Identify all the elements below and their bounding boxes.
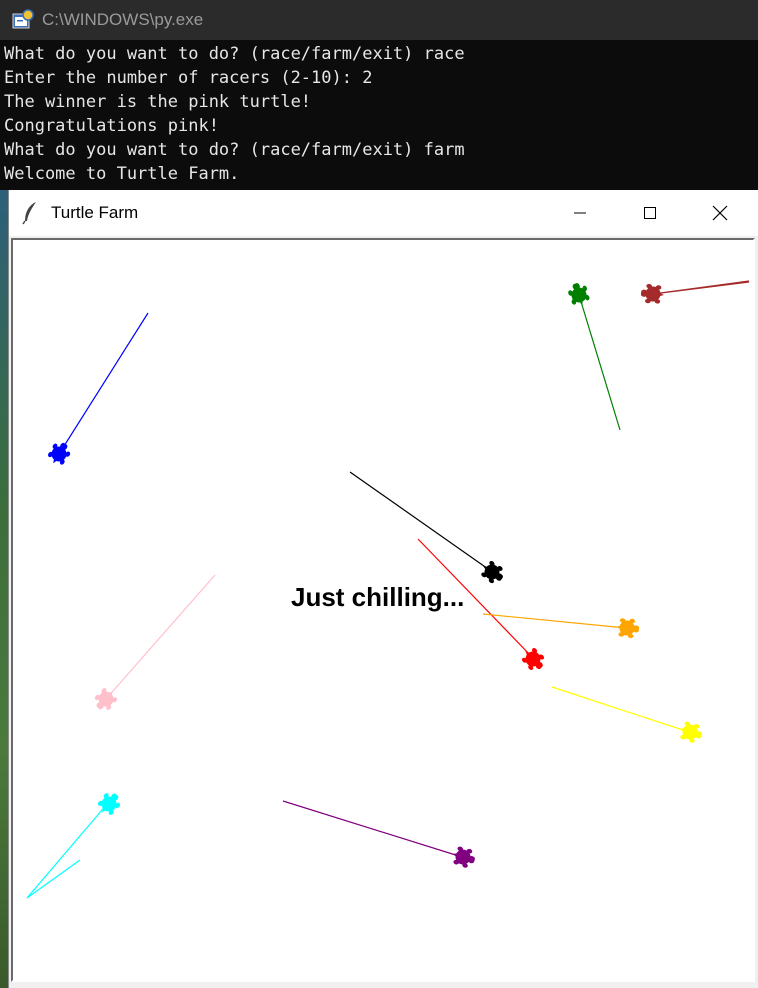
console-titlebar: C:\WINDOWS\py.exe — [0, 0, 758, 40]
turtle-farm-title: Turtle Farm — [51, 203, 139, 222]
brown-turtle — [639, 283, 665, 305]
yellow-turtle-trail — [551, 686, 690, 733]
cyan-turtle-trail — [26, 802, 109, 899]
console-output[interactable]: What do you want to do? (race/farm/exit)… — [0, 40, 758, 190]
minimize-icon — [574, 212, 586, 214]
just-chilling-text: Just chilling... — [291, 582, 464, 612]
blue-turtle-trail — [58, 312, 149, 455]
desktop-background — [0, 190, 8, 988]
close-icon — [712, 205, 728, 221]
yellow-turtle — [676, 719, 705, 746]
brown-turtle-trail — [652, 280, 750, 295]
purple-turtle-trail — [282, 800, 463, 858]
red-turtle — [518, 644, 549, 675]
turtle-farm-titlebar[interactable]: Turtle Farm — [9, 190, 758, 236]
green-turtle-trail — [578, 294, 621, 431]
tk-feather-icon — [21, 201, 41, 225]
console-line: What do you want to do? (race/farm/exit)… — [4, 140, 465, 160]
green-turtle — [565, 280, 592, 309]
black-turtle-trail — [349, 471, 492, 572]
blue-turtle — [44, 438, 74, 469]
black-turtle — [477, 557, 508, 588]
orange-turtle — [615, 617, 641, 639]
pink-turtle — [90, 684, 121, 715]
console-window-title: C:\WINDOWS\py.exe — [42, 10, 204, 29]
console-line: Welcome to Turtle Farm. — [4, 164, 240, 184]
turtle-canvas-drawing: Just chilling... — [26, 280, 750, 899]
minimize-button[interactable] — [545, 190, 615, 236]
pink-turtle-trail — [105, 574, 216, 700]
turtle-farm-window: Turtle Farm Just chilling... — [8, 190, 758, 988]
console-line: Enter the number of racers (2-10): 2 — [4, 68, 373, 88]
console-line: The winner is the pink turtle! — [4, 92, 312, 112]
maximize-button[interactable] — [615, 190, 685, 236]
orange-turtle-trail — [482, 613, 627, 629]
console-line: Congratulations pink! — [4, 116, 219, 136]
purple-turtle — [449, 844, 478, 870]
maximize-icon — [644, 207, 656, 219]
console-line: What do you want to do? (race/farm/exit)… — [4, 44, 465, 64]
python-console-icon — [12, 9, 34, 31]
close-button[interactable] — [685, 190, 755, 236]
turtle-canvas[interactable]: Just chilling... — [11, 238, 755, 982]
